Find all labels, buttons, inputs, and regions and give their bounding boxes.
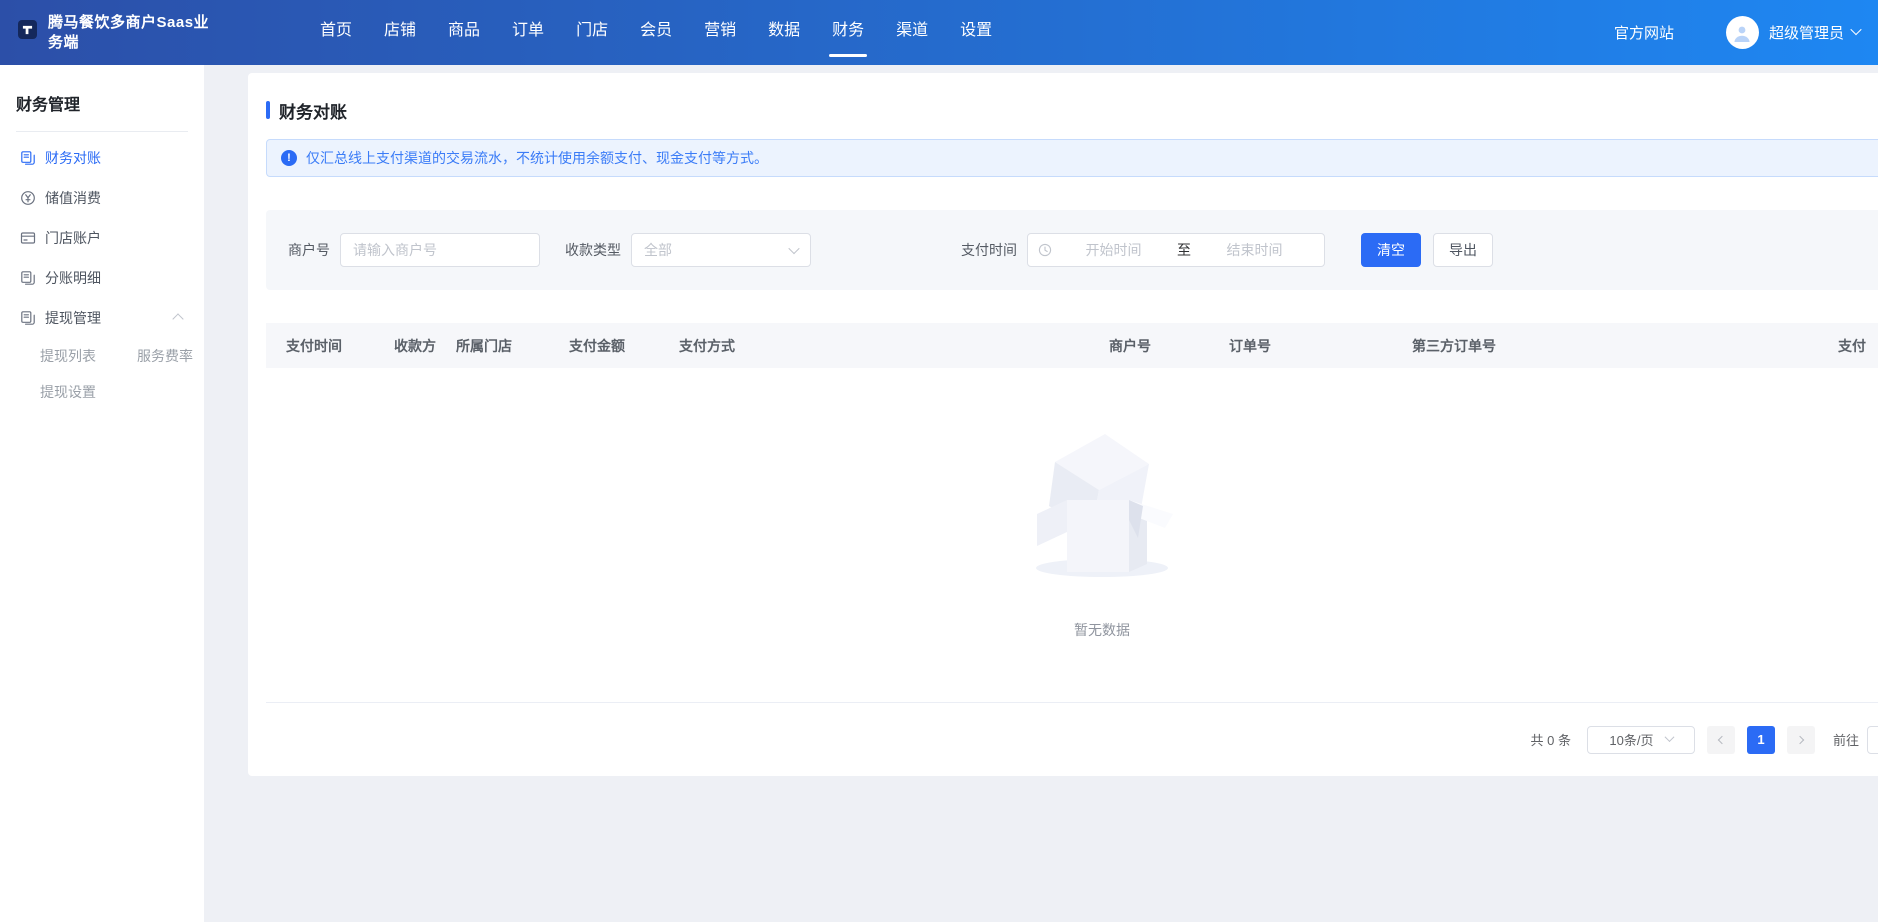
top-navbar: 腾马餐饮多商户Saas业务端 首页 店铺 商品 订单 门店 会员 营销 数据 财… bbox=[0, 0, 1878, 65]
column-header-thirdparty-order-id: 第三方订单号 bbox=[1412, 336, 1838, 356]
sidebar-item-stored-value[interactable]: 储值消费 bbox=[0, 178, 204, 218]
payment-type-value: 全部 bbox=[644, 240, 672, 260]
chevron-right-icon bbox=[1796, 735, 1804, 743]
next-page-button[interactable] bbox=[1787, 726, 1815, 754]
sidebar-item-label: 财务对账 bbox=[45, 148, 101, 168]
date-range-picker[interactable]: 开始时间 至 结束时间 bbox=[1027, 233, 1325, 267]
page-size-value: 10条/页 bbox=[1609, 730, 1653, 749]
nav-item-settings[interactable]: 设置 bbox=[944, 0, 1008, 65]
bank-card-icon bbox=[20, 230, 36, 246]
divider bbox=[16, 131, 188, 132]
clear-button[interactable]: 清空 bbox=[1361, 233, 1421, 267]
date-separator: 至 bbox=[1173, 240, 1195, 260]
chevron-down-icon bbox=[1664, 732, 1674, 742]
brand: 腾马餐饮多商户Saas业务端 bbox=[18, 13, 270, 53]
sidebar-item-split-detail[interactable]: 分账明细 bbox=[0, 258, 204, 298]
chevron-up-icon bbox=[174, 310, 182, 326]
pagination: 共 0 条 10条/页 1 前往 页 bbox=[266, 703, 1878, 776]
column-header-amount: 支付金额 bbox=[569, 336, 679, 356]
sidebar-subitem-withdraw-list[interactable]: 提现列表 bbox=[40, 346, 96, 366]
nav-item-stores[interactable]: 门店 bbox=[560, 0, 624, 65]
nav-item-shop[interactable]: 店铺 bbox=[368, 0, 432, 65]
sidebar-item-label: 门店账户 bbox=[45, 228, 101, 248]
sidebar: 财务管理 财务对账 储值消费 门店账户 bbox=[0, 65, 204, 922]
start-time-placeholder[interactable]: 开始时间 bbox=[1054, 240, 1173, 260]
merchant-id-label: 商户号 bbox=[288, 240, 330, 260]
brand-title: 腾马餐饮多商户Saas业务端 bbox=[48, 13, 220, 53]
info-alert: ! 仅汇总线上支付渠道的交易流水，不统计使用余额支付、现金支付等方式。 bbox=[266, 139, 1878, 177]
main-content: 财务对账 ! 仅汇总线上支付渠道的交易流水，不统计使用余额支付、现金支付等方式。… bbox=[204, 65, 1878, 922]
clock-icon bbox=[1038, 243, 1052, 257]
goto-label: 前往 bbox=[1833, 730, 1859, 749]
column-header-payee: 收款方 bbox=[394, 336, 456, 356]
nav-item-finance[interactable]: 财务 bbox=[816, 0, 880, 65]
payment-type-select[interactable]: 全部 bbox=[631, 233, 811, 267]
sidebar-item-label: 分账明细 bbox=[45, 268, 101, 288]
nav-item-marketing[interactable]: 营销 bbox=[688, 0, 752, 65]
main-nav: 首页 店铺 商品 订单 门店 会员 营销 数据 财务 渠道 设置 bbox=[304, 0, 1008, 65]
user-menu[interactable]: 超级管理员 bbox=[1726, 16, 1860, 49]
brand-logo-icon bbox=[18, 20, 37, 39]
payment-type-label: 收款类型 bbox=[565, 240, 621, 260]
avatar bbox=[1726, 16, 1759, 49]
page-size-select[interactable]: 10条/页 bbox=[1587, 726, 1695, 754]
sidebar-item-withdraw-management[interactable]: 提现管理 bbox=[0, 298, 204, 338]
sidebar-subitem-service-rate[interactable]: 服务费率 bbox=[137, 346, 193, 366]
filter-bar: 商户号 收款类型 全部 支付时间 开始时间 至 结束时间 bbox=[266, 210, 1878, 290]
nav-item-members[interactable]: 会员 bbox=[624, 0, 688, 65]
sidebar-title: 财务管理 bbox=[0, 65, 204, 115]
empty-state: 暂无数据 bbox=[266, 368, 1878, 703]
nav-item-channels[interactable]: 渠道 bbox=[880, 0, 944, 65]
payment-time-label: 支付时间 bbox=[961, 240, 1017, 260]
page-title-row: 财务对账 bbox=[266, 73, 1878, 119]
chevron-left-icon bbox=[1718, 735, 1726, 743]
info-icon: ! bbox=[281, 150, 297, 166]
sidebar-item-store-account[interactable]: 门店账户 bbox=[0, 218, 204, 258]
title-accent-bar bbox=[266, 101, 270, 119]
sidebar-item-reconciliation[interactable]: 财务对账 bbox=[0, 138, 204, 178]
content-card: 财务对账 ! 仅汇总线上支付渠道的交易流水，不统计使用余额支付、现金支付等方式。… bbox=[248, 73, 1878, 776]
empty-box-illustration bbox=[1017, 418, 1187, 580]
prev-page-button[interactable] bbox=[1707, 726, 1735, 754]
empty-text: 暂无数据 bbox=[1074, 620, 1130, 640]
header-right: 官方网站 超级管理员 bbox=[1614, 16, 1860, 49]
ledger-icon bbox=[20, 310, 36, 326]
current-page-button[interactable]: 1 bbox=[1747, 726, 1775, 754]
chevron-down-icon bbox=[1850, 23, 1861, 34]
goto-page-input[interactable] bbox=[1867, 726, 1878, 754]
chevron-down-icon bbox=[790, 241, 798, 259]
column-header-pay-time: 支付时间 bbox=[286, 336, 394, 356]
alert-text: 仅汇总线上支付渠道的交易流水，不统计使用余额支付、现金支付等方式。 bbox=[306, 148, 768, 168]
nav-item-orders[interactable]: 订单 bbox=[496, 0, 560, 65]
table-header-row: 支付时间 收款方 所属门店 支付金额 支付方式 商户号 订单号 第三方订单号 支… bbox=[266, 323, 1878, 368]
sidebar-item-label: 提现管理 bbox=[45, 308, 101, 328]
page-title: 财务对账 bbox=[279, 98, 347, 123]
total-count: 共 0 条 bbox=[1531, 730, 1571, 749]
nav-item-data[interactable]: 数据 bbox=[752, 0, 816, 65]
official-website-link[interactable]: 官方网站 bbox=[1614, 22, 1674, 43]
ledger-icon bbox=[20, 150, 36, 166]
end-time-placeholder[interactable]: 结束时间 bbox=[1195, 240, 1314, 260]
yen-circle-icon bbox=[20, 190, 36, 206]
column-header-order-id: 订单号 bbox=[1229, 336, 1412, 356]
merchant-id-input[interactable] bbox=[340, 233, 540, 267]
ledger-icon bbox=[20, 270, 36, 286]
export-button[interactable]: 导出 bbox=[1433, 233, 1493, 267]
column-header-pay-method: 支付方式 bbox=[679, 336, 1109, 356]
user-name: 超级管理员 bbox=[1769, 22, 1844, 43]
sidebar-item-label: 储值消费 bbox=[45, 188, 101, 208]
column-header-merchant-id: 商户号 bbox=[1109, 336, 1229, 356]
column-header-pay-clipped: 支付 bbox=[1838, 336, 1878, 356]
sidebar-subitem-withdraw-settings[interactable]: 提现设置 bbox=[40, 382, 96, 402]
nav-item-home[interactable]: 首页 bbox=[304, 0, 368, 65]
column-header-store: 所属门店 bbox=[456, 336, 569, 356]
nav-item-goods[interactable]: 商品 bbox=[432, 0, 496, 65]
